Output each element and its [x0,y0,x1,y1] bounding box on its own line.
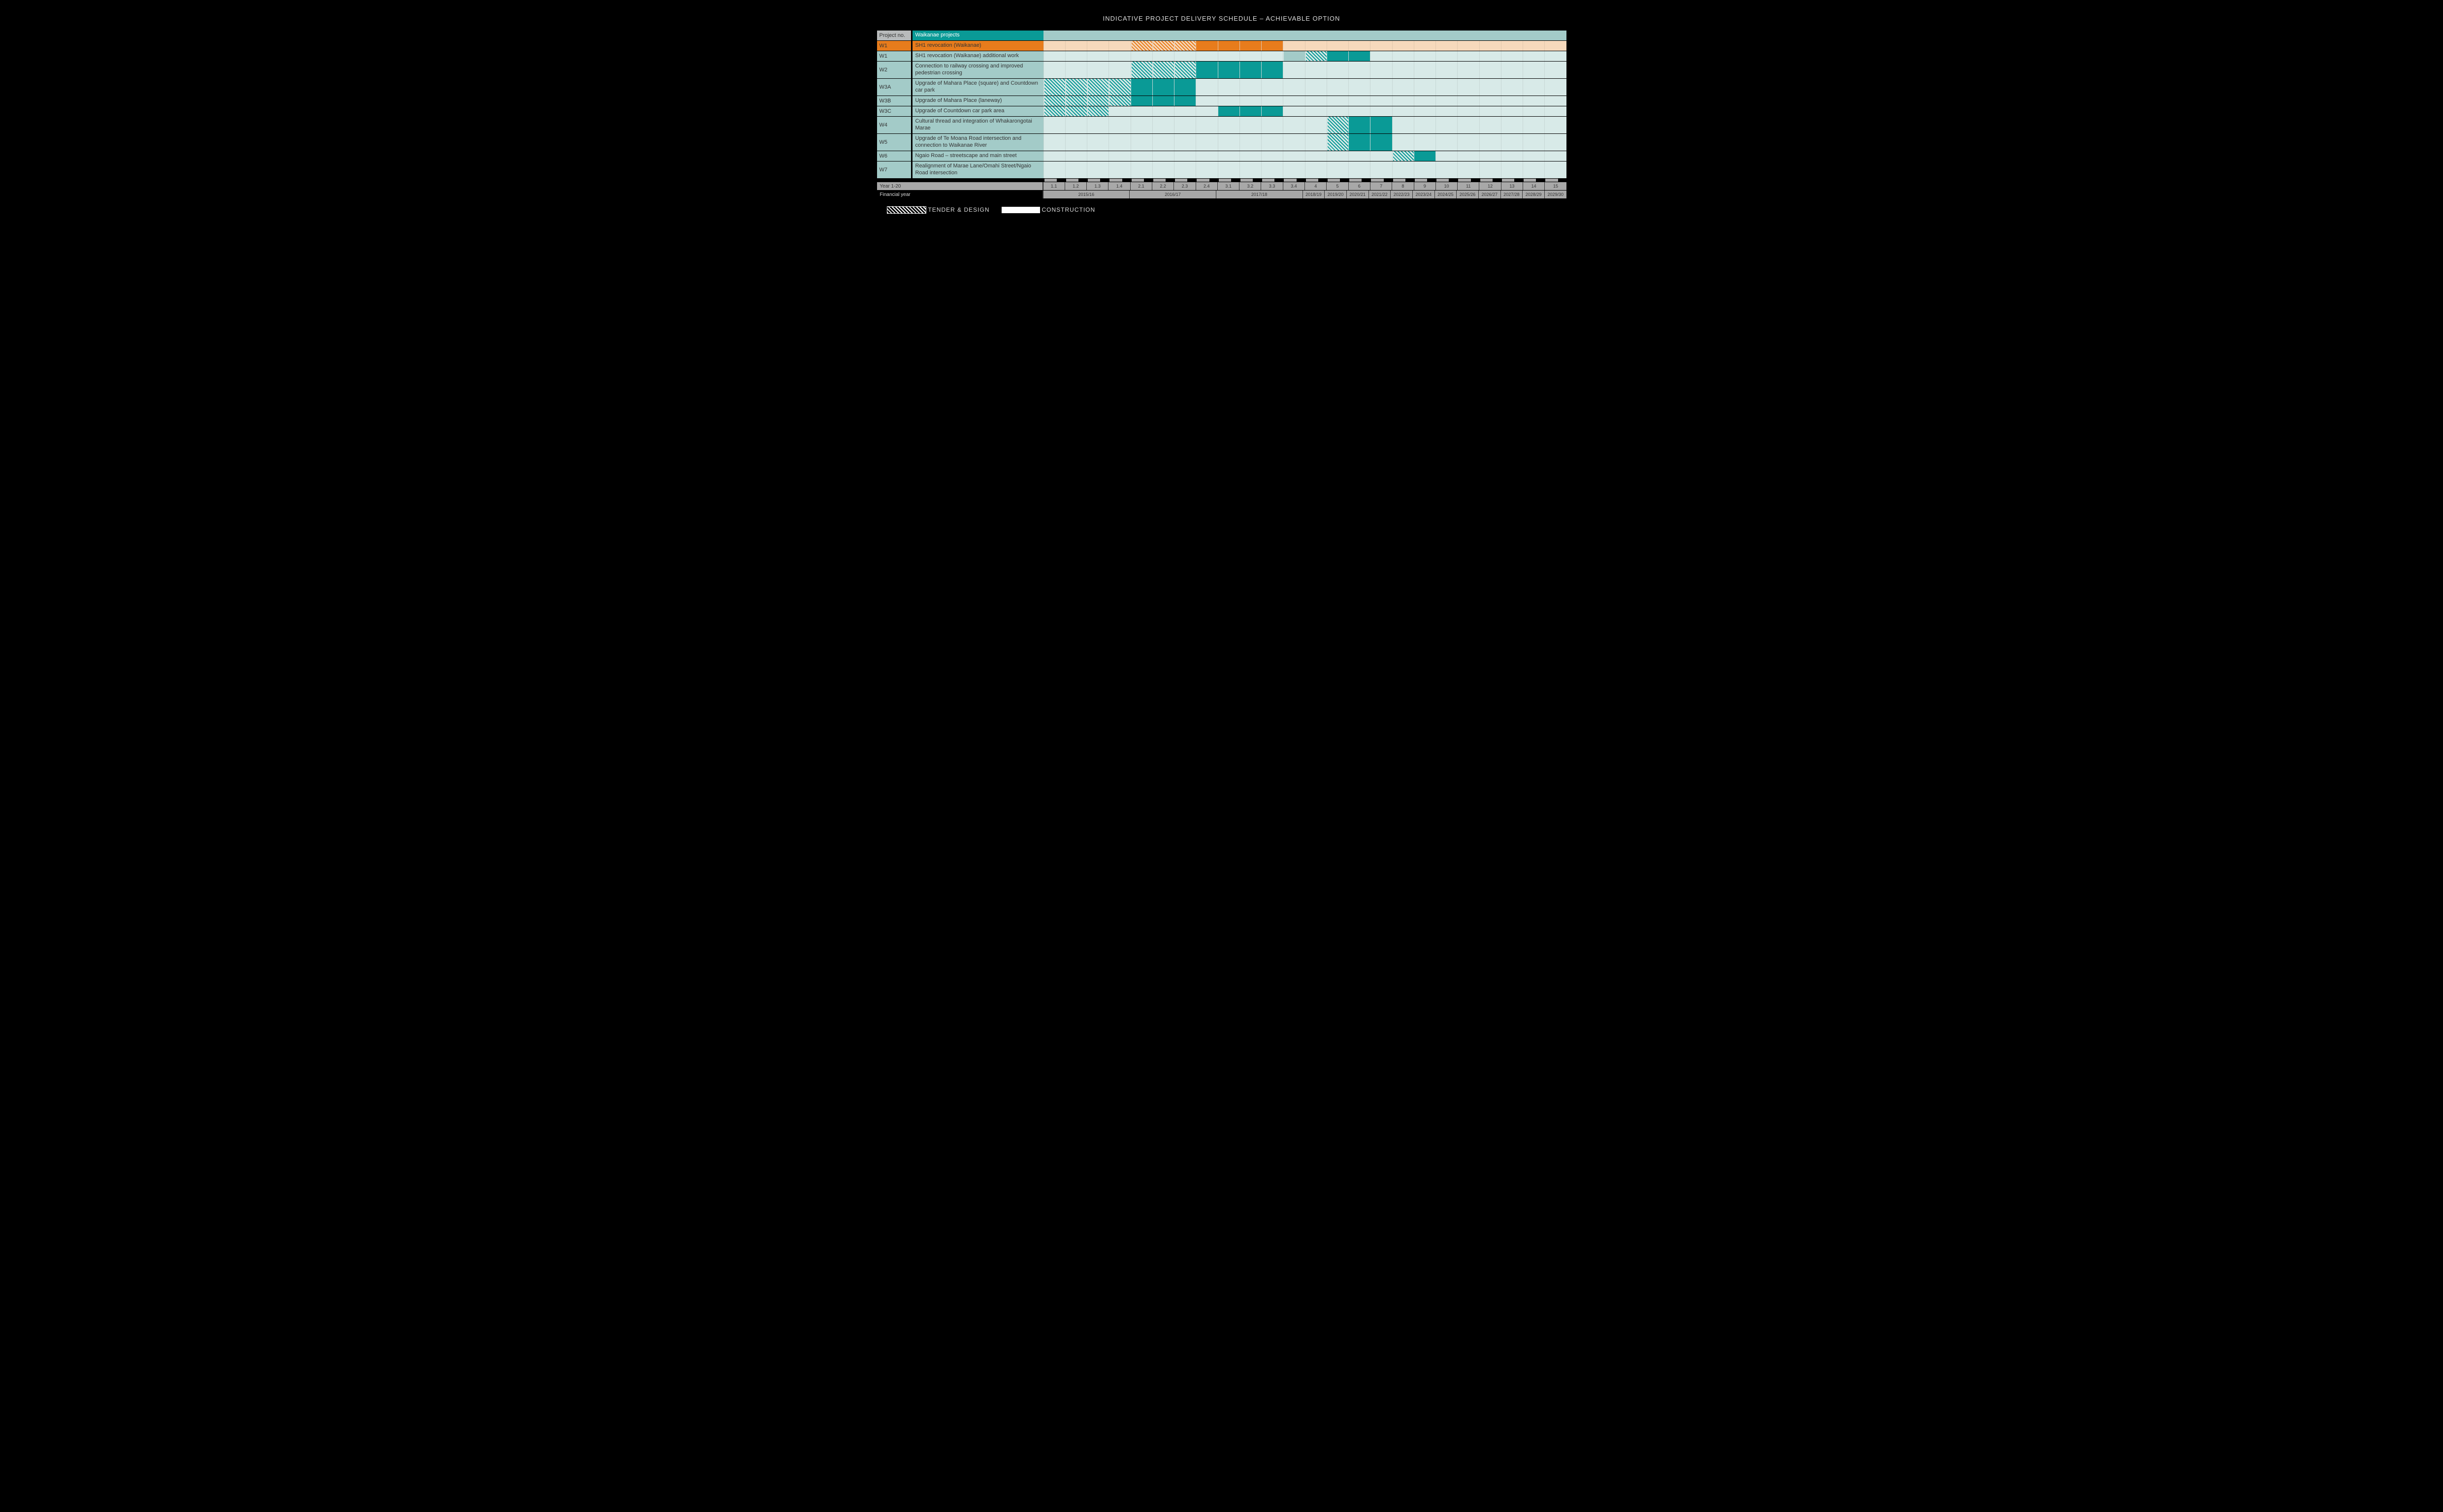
year-tick-label: 8 [1392,182,1413,190]
project-no: W5 [877,134,911,151]
fy-label: 2018/19 [1303,191,1325,198]
project-name: Upgrade of Mahara Place (laneway) [912,96,1043,106]
construction-swatch [1002,207,1040,213]
project-row: W5Upgrade of Te Moana Road intersection … [877,134,1566,151]
year-tick-label: 10 [1436,182,1457,190]
year-tick-label: 2.3 [1174,182,1195,190]
year-tick-label: 13 [1501,182,1523,190]
legend: TENDER & DESIGN CONSTRUCTION [877,201,1566,218]
project-no: W6 [877,151,911,161]
project-no: W3C [877,106,911,116]
axis-fy-label: Financial year [877,191,1043,198]
fy-label: 2022/23 [1391,191,1412,198]
project-name: Upgrade of Countdown car park area [912,106,1043,116]
project-no: W3B [877,96,911,106]
year-tick-label: 12 [1479,182,1500,190]
year-tick-label: 2.2 [1152,182,1173,190]
fy-label: 2024/25 [1435,191,1457,198]
project-name: SH1 revocation (Waikanae) [912,41,1043,51]
project-no: W2 [877,62,911,78]
project-no: W4 [877,117,911,133]
year-tick-label: 1.3 [1087,182,1108,190]
chart-title: INDICATIVE PROJECT DELIVERY SCHEDULE – A… [877,10,1566,28]
legend-frame: TENDER & DESIGN CONSTRUCTION [877,201,1566,218]
fy-label: 2015/16 [1043,191,1130,198]
year-tick-label: 14 [1523,182,1544,190]
project-row: W7Realignment of Marae Lane/Omahi Street… [877,161,1566,178]
year-tick-label: 2.4 [1196,182,1217,190]
year-tick-label: 7 [1370,182,1392,190]
fy-label: 2027/28 [1501,191,1523,198]
year-tick-label: 6 [1349,182,1370,190]
year-tick-label: 15 [1545,182,1566,190]
project-name: Upgrade of Mahara Place (square) and Cou… [912,79,1043,96]
fy-label: 2028/29 [1523,191,1544,198]
project-row: W3AUpgrade of Mahara Place (square) and … [877,79,1566,96]
project-name: Realignment of Marae Lane/Omahi Street/N… [912,161,1043,178]
project-row: W6Ngaio Road – streetscape and main stre… [877,151,1566,161]
fy-label: 2021/22 [1369,191,1391,198]
project-no: W1 [877,51,911,61]
header-project-group: Waikanae projects [912,31,1043,40]
project-row: W2Connection to railway crossing and imp… [877,62,1566,78]
tender-swatch [887,206,926,214]
year-tick-label: 2.1 [1131,182,1152,190]
header-row: Project no. Waikanae projects [877,31,1566,40]
year-tick-label: 3.3 [1261,182,1282,190]
legend-tender-label: TENDER & DESIGN [928,206,990,213]
year-tick-label: 3.1 [1218,182,1239,190]
fy-label: 2016/17 [1130,191,1216,198]
axis-years: Year 1-20 1.11.21.31.42.12.22.32.43.13.2… [877,182,1566,190]
project-name: Upgrade of Te Moana Road intersection an… [912,134,1043,151]
axis-years-label: Year 1-20 [877,182,1043,190]
project-name: Cultural thread and integration of Whaka… [912,117,1043,133]
project-no: W1 [877,41,911,51]
project-name: Connection to railway crossing and impro… [912,62,1043,78]
year-tick-label: 1.1 [1043,182,1065,190]
fy-label: 2020/21 [1347,191,1368,198]
axis-ticks [877,179,1566,182]
fy-label: 2017/18 [1216,191,1303,198]
project-row: W3BUpgrade of Mahara Place (laneway) [877,96,1566,106]
legend-item-tender: TENDER & DESIGN [887,206,990,214]
legend-item-construction: CONSTRUCTION [1002,206,1096,213]
fy-label: 2019/20 [1325,191,1346,198]
project-row: W3CUpgrade of Countdown car park area [877,106,1566,116]
year-tick-label: 5 [1327,182,1348,190]
gantt-chart: Project no. Waikanae projects W1SH1 revo… [877,31,1566,198]
project-no: W7 [877,161,911,178]
project-row: W1SH1 revocation (Waikanae) additional w… [877,51,1566,61]
year-tick-label: 3.4 [1283,182,1304,190]
year-tick-label: 3.2 [1239,182,1261,190]
fy-label: 2029/30 [1545,191,1566,198]
legend-construction-label: CONSTRUCTION [1042,206,1096,213]
project-no: W3A [877,79,911,96]
project-name: Ngaio Road – streetscape and main street [912,151,1043,161]
year-tick-label: 1.2 [1065,182,1086,190]
fy-label: 2026/27 [1479,191,1500,198]
fy-label: 2023/24 [1413,191,1434,198]
project-row: W1SH1 revocation (Waikanae) [877,41,1566,51]
header-project-no: Project no. [877,31,911,40]
project-row: W4Cultural thread and integration of Wha… [877,117,1566,133]
year-tick-label: 4 [1305,182,1326,190]
year-tick-label: 11 [1458,182,1479,190]
axis-financial-year: Financial year 2015/162016/172017/182018… [877,191,1566,198]
title-frame: INDICATIVE PROJECT DELIVERY SCHEDULE – A… [877,10,1566,28]
year-tick-label: 1.4 [1108,182,1130,190]
year-tick-label: 9 [1414,182,1435,190]
project-name: SH1 revocation (Waikanae) additional wor… [912,51,1043,61]
fy-label: 2025/26 [1457,191,1478,198]
